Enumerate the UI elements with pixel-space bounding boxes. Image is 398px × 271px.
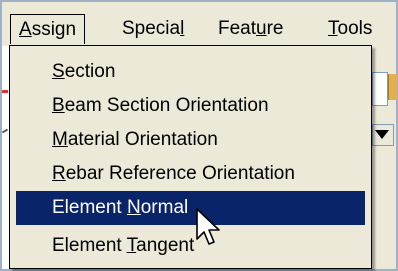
menu-item-element-tangent[interactable]: Element Tangent [16, 229, 365, 263]
menu-feature[interactable]: Feature [210, 14, 292, 44]
menu-special-label-pre: Specia [122, 18, 181, 39]
menubar: Assign Special Feature Tools [2, 2, 396, 46]
menu-item-beam-mnemonic: B [52, 95, 65, 116]
menu-feature-label-post: re [266, 18, 284, 39]
menu-tools-mnemonic: T [328, 18, 338, 39]
menu-special-mnemonic: l [180, 18, 185, 39]
menu-item-tangent-pre: Element [52, 235, 127, 256]
menu-assign-mnemonic: A [19, 19, 32, 40]
menu-item-tangent-mnemonic: T [126, 235, 137, 256]
menu-special[interactable]: Special [114, 14, 192, 44]
menu-item-beam-label: eam Section Orientation [64, 95, 269, 116]
menu-assign[interactable]: Assign [10, 14, 86, 44]
menu-item-normal-pre: Element [52, 197, 127, 218]
menu-item-element-normal[interactable]: Element Normal [16, 191, 365, 225]
menu-tools[interactable]: Tools [320, 14, 380, 44]
assign-dropdown-menu: Section Beam Section Orientation Materia… [9, 45, 372, 269]
menu-item-section-label: ection [64, 61, 116, 82]
menu-item-section[interactable]: Section [16, 55, 365, 89]
menu-item-normal-mnemonic: N [126, 197, 141, 218]
menu-item-normal-label: ormal [140, 197, 189, 218]
background-text-field[interactable] [372, 72, 388, 106]
menu-feature-mnemonic: u [256, 18, 267, 39]
toolbar-folder-icon[interactable] [388, 74, 397, 100]
menu-item-beam-section-orientation[interactable]: Beam Section Orientation [16, 89, 365, 123]
menu-tools-label-post: ools [337, 18, 373, 39]
menu-item-rebar-label: ebar Reference Orientation [65, 163, 295, 184]
menu-item-tangent-label: angent [136, 235, 195, 256]
menu-item-rebar-reference-orientation[interactable]: Rebar Reference Orientation [16, 157, 365, 191]
background-red-mark [2, 90, 8, 93]
menu-item-material-mnemonic: M [52, 129, 68, 150]
menu-assign-label: Assign [19, 19, 76, 40]
dropdown-arrow-icon[interactable] [375, 130, 389, 139]
menu-item-material-label: aterial Orientation [67, 129, 218, 150]
menu-assign-label-post: ssign [31, 19, 77, 40]
menu-item-rebar-mnemonic: R [52, 163, 66, 184]
menu-item-material-orientation[interactable]: Material Orientation [16, 123, 365, 157]
menu-feature-label-pre: Feat [218, 18, 257, 39]
menu-item-section-mnemonic: S [52, 61, 65, 82]
